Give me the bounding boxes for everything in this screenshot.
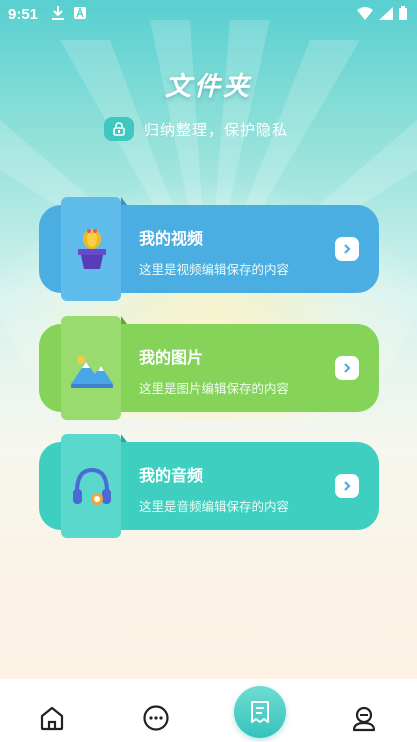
nav-messages[interactable] — [141, 703, 171, 733]
card-my-audio[interactable]: 我的音频 这里是音频编辑保存的内容 — [39, 434, 379, 538]
card-title: 我的视频 — [139, 229, 204, 248]
chat-bubble-icon — [143, 705, 169, 731]
card-description: 这里是图片编辑保存的内容 — [139, 381, 290, 396]
signal-icon — [379, 6, 393, 20]
status-bar: 9:51 — [0, 0, 417, 30]
tab-fold — [121, 197, 127, 205]
folder-document-icon — [251, 701, 269, 723]
download-icon — [52, 6, 64, 20]
card-my-videos[interactable]: 我的视频 这里是视频编辑保存的内容 — [39, 197, 379, 301]
privacy-subtitle: 归纳整理，保护隐私 — [104, 117, 288, 141]
chevron-right-icon — [344, 244, 351, 254]
tab-fold — [121, 316, 127, 324]
card-my-pictures[interactable]: 我的图片 这里是图片编辑保存的内容 — [39, 316, 379, 420]
mountain-picture-icon — [71, 356, 113, 388]
chevron-right-icon — [344, 363, 351, 373]
chevron-right-button[interactable] — [335, 356, 359, 380]
cactus-pot-icon — [78, 229, 106, 269]
status-time: 9:51 — [8, 6, 39, 23]
keyboard-a-icon — [74, 7, 86, 19]
card-description: 这里是视频编辑保存的内容 — [139, 262, 290, 277]
chevron-right-button[interactable] — [335, 474, 359, 498]
chevron-right-icon — [344, 481, 351, 491]
page-title: 文件夹 — [164, 72, 252, 102]
nav-folder[interactable] — [234, 686, 286, 738]
tab-fold — [121, 434, 127, 442]
nav-home[interactable] — [37, 703, 67, 733]
profile-icon — [352, 706, 376, 732]
home-icon — [40, 706, 64, 731]
headphones-icon — [73, 467, 111, 505]
card-description: 这里是音频编辑保存的内容 — [139, 499, 290, 514]
app-screen: 9:51 文件夹 归纳整理，保护隐私 我的视频 这里是视频编辑保存的内容 我的图… — [0, 0, 417, 742]
nav-profile[interactable] — [349, 703, 379, 733]
battery-icon — [399, 6, 407, 20]
card-title: 我的音频 — [139, 466, 204, 485]
chevron-right-button[interactable] — [335, 237, 359, 261]
card-title: 我的图片 — [139, 348, 204, 367]
wifi-icon — [357, 6, 373, 20]
subtitle-text: 归纳整理，保护隐私 — [144, 120, 289, 139]
bottom-navigation — [0, 679, 417, 742]
lock-icon — [104, 117, 134, 141]
